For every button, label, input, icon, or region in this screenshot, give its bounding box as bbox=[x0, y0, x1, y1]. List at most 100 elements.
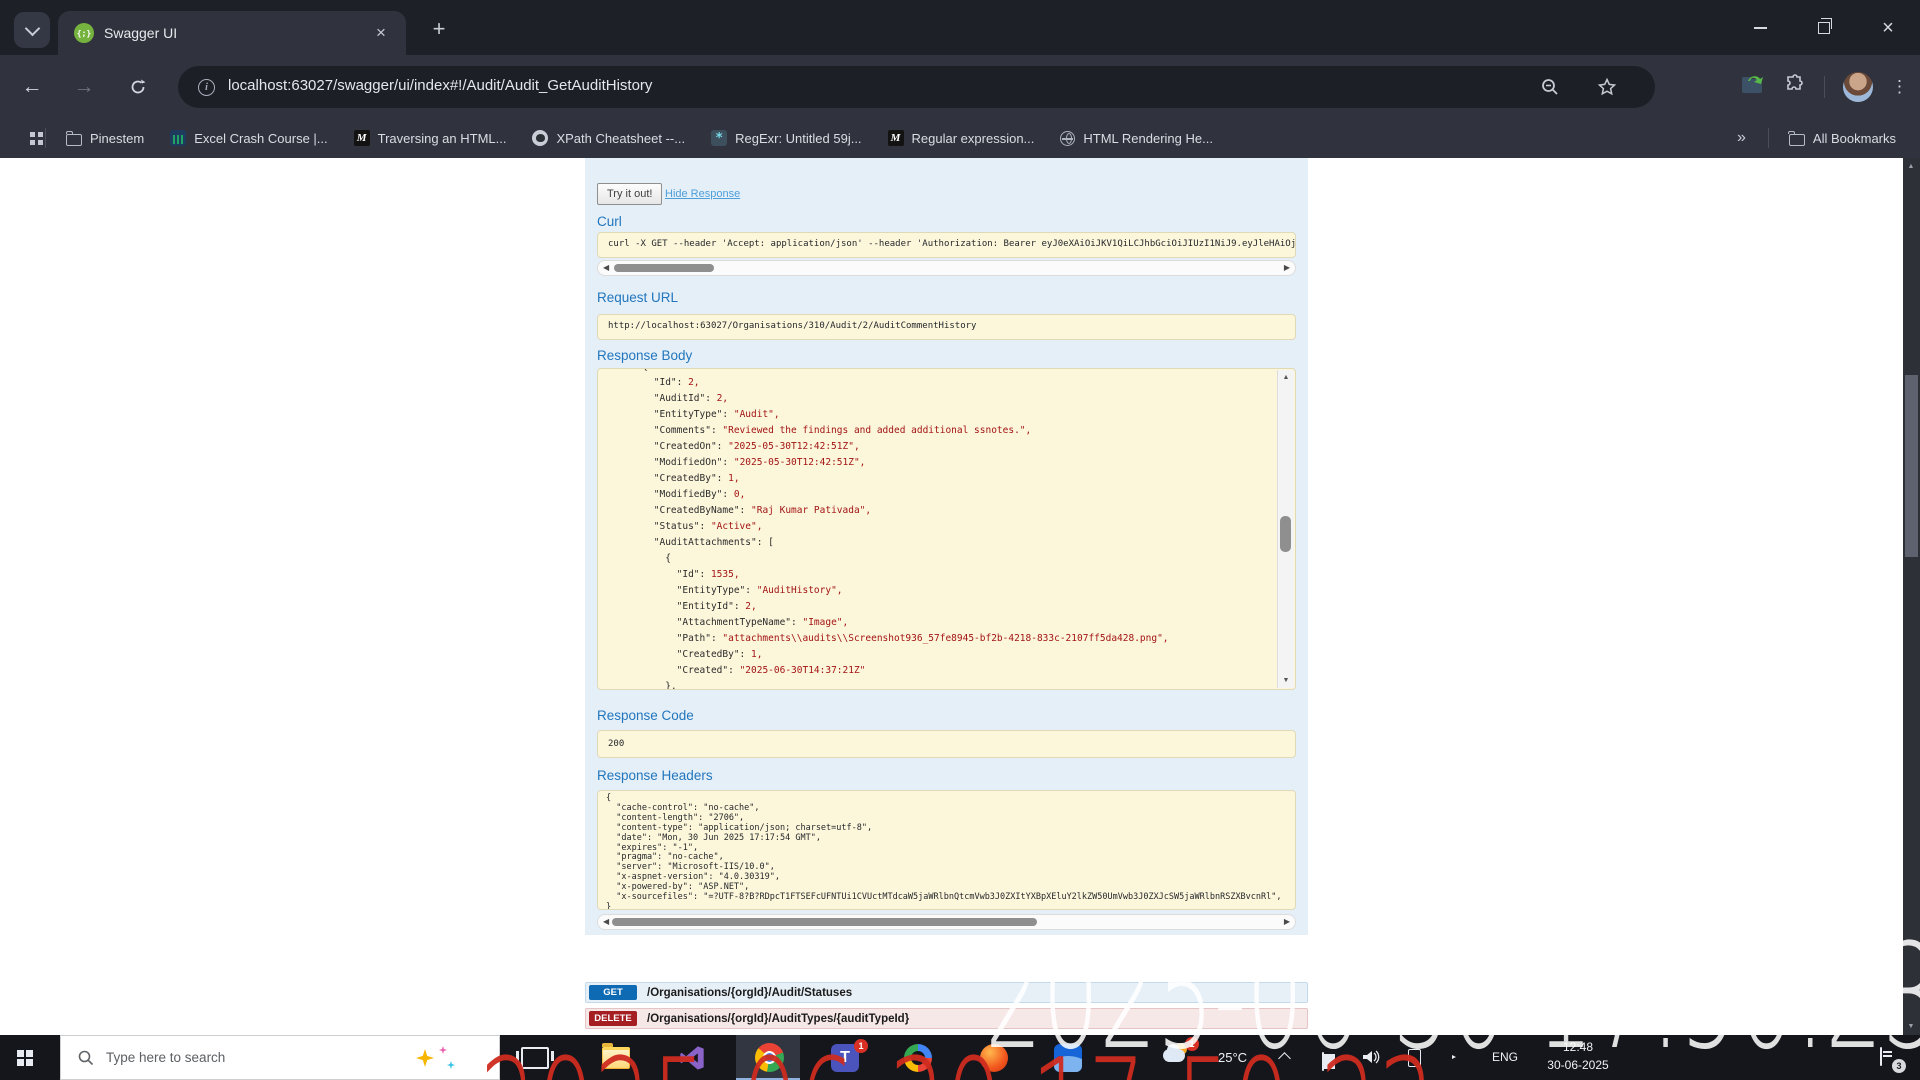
json-value: 2, bbox=[688, 377, 699, 388]
visual-studio-button[interactable] bbox=[663, 1035, 721, 1080]
bookmark-label: HTML Rendering He... bbox=[1083, 131, 1213, 146]
teams-button[interactable]: T 1 bbox=[816, 1035, 874, 1080]
all-bookmarks-button[interactable]: All Bookmarks bbox=[1789, 131, 1896, 146]
close-button[interactable]: × bbox=[1856, 0, 1920, 55]
weather-temperature[interactable]: 25°C bbox=[1218, 1050, 1247, 1065]
minimize-button[interactable] bbox=[1728, 0, 1792, 55]
json-key: "CreatedOn": bbox=[608, 441, 728, 452]
maximize-button[interactable] bbox=[1792, 0, 1856, 55]
page-vertical-scrollbar[interactable]: ▲ ▼ bbox=[1903, 158, 1920, 1035]
scrollbar-thumb[interactable] bbox=[612, 918, 1037, 926]
browser-tab[interactable]: {;} Swagger UI × bbox=[58, 11, 406, 55]
json-key: "CreatedBy": bbox=[608, 649, 751, 660]
response-headers-heading: Response Headers bbox=[597, 768, 713, 783]
bookmark-star-icon[interactable] bbox=[1597, 77, 1617, 97]
bookmark-item[interactable]: XPath Cheatsheet --... bbox=[532, 130, 685, 146]
json-key: }, bbox=[608, 681, 677, 690]
json-key: "Comments": bbox=[608, 425, 722, 436]
json-value: "Audit", bbox=[734, 409, 780, 420]
scroll-up-icon[interactable]: ▲ bbox=[1903, 163, 1919, 170]
reload-button[interactable] bbox=[124, 73, 152, 101]
sparkle-icon bbox=[439, 1046, 447, 1054]
bookmark-favicon-icon bbox=[1060, 131, 1075, 146]
orange-app-button[interactable] bbox=[965, 1035, 1023, 1080]
new-tab-button[interactable]: + bbox=[424, 14, 454, 44]
response-body-json: { "Id": 2, "AuditId": 2, "EntityType": "… bbox=[608, 368, 1269, 690]
hide-response-link[interactable]: Hide Response bbox=[665, 188, 740, 200]
response-body-scrollbar[interactable]: ▲ ▼ bbox=[1277, 370, 1294, 688]
bookmark-item[interactable]: M Regular expression... bbox=[888, 130, 1035, 146]
speaker-icon[interactable] bbox=[1362, 1049, 1380, 1070]
bookmark-label: Traversing an HTML... bbox=[378, 131, 507, 146]
bookmark-item[interactable]: * RegExr: Untitled 59j... bbox=[711, 130, 861, 146]
bookmarks-right: » All Bookmarks bbox=[1737, 128, 1896, 148]
reload-icon bbox=[129, 78, 147, 96]
bookmarks-overflow-icon[interactable]: » bbox=[1737, 129, 1746, 147]
bookmark-item[interactable]: Excel Crash Course |... bbox=[170, 130, 327, 146]
notification-center-icon[interactable] bbox=[1880, 1047, 1882, 1066]
header-line: "date": "Mon, 30 Jun 2025 17:17:54 GMT", bbox=[606, 834, 1287, 844]
tray-expand-icon[interactable] bbox=[1278, 1052, 1291, 1065]
language-indicator[interactable]: ENG bbox=[1492, 1050, 1518, 1064]
scroll-right-icon[interactable]: ▶ bbox=[1284, 263, 1290, 272]
operation-row[interactable]: DELETE /Organisations/{orgId}/AuditTypes… bbox=[585, 1008, 1308, 1029]
bookmark-label: Excel Crash Course |... bbox=[194, 131, 327, 146]
response-code-box: 200 bbox=[597, 730, 1296, 758]
extensions-puzzle-icon[interactable] bbox=[1784, 74, 1806, 101]
clock-time[interactable]: 12:48 bbox=[1543, 1040, 1613, 1054]
task-view-button[interactable] bbox=[506, 1035, 564, 1080]
headers-horizontal-scrollbar[interactable]: ◀ ▶ bbox=[597, 914, 1296, 930]
browser-menu-icon[interactable]: ⋮ bbox=[1891, 77, 1908, 97]
taskbar-search[interactable]: Type here to search bbox=[60, 1035, 500, 1080]
search-icon bbox=[78, 1050, 94, 1066]
phone-icon[interactable] bbox=[1408, 1049, 1421, 1067]
scroll-left-icon[interactable]: ◀ bbox=[603, 917, 609, 926]
json-line: "CreatedOn": "2025-05-30T12:42:51Z", bbox=[608, 439, 1269, 455]
extension-folder-icon[interactable] bbox=[1740, 73, 1766, 102]
scrollbar-thumb[interactable] bbox=[1905, 375, 1918, 557]
operation-path[interactable]: /Organisations/{orgId}/Audit/Statuses bbox=[647, 987, 852, 999]
json-key: "ModifiedBy": bbox=[608, 489, 734, 500]
bookmark-favicon-icon: * bbox=[711, 130, 727, 146]
bookmark-item[interactable]: Pinestem bbox=[66, 131, 144, 146]
tab-close-icon[interactable]: × bbox=[370, 22, 392, 44]
apps-grid-icon[interactable] bbox=[30, 132, 35, 137]
bookmark-item[interactable]: HTML Rendering He... bbox=[1060, 131, 1213, 146]
scroll-down-icon[interactable]: ▼ bbox=[1278, 677, 1294, 684]
method-badge: GET bbox=[589, 985, 637, 1000]
scrollbar-thumb[interactable] bbox=[1280, 516, 1291, 552]
file-explorer-button[interactable] bbox=[587, 1035, 645, 1080]
json-key: { bbox=[608, 368, 648, 372]
curl-horizontal-scrollbar[interactable]: ◀ ▶ bbox=[597, 260, 1296, 276]
site-info-icon[interactable]: i bbox=[198, 79, 215, 96]
blue-app-button[interactable] bbox=[1039, 1035, 1097, 1080]
operation-path[interactable]: /Organisations/{orgId}/AuditTypes/{audit… bbox=[647, 1013, 909, 1025]
teams-badge: 1 bbox=[854, 1039, 868, 1053]
address-bar[interactable]: i localhost:63027/swagger/ui/index#!/Aud… bbox=[178, 66, 1655, 108]
battery-icon[interactable] bbox=[1322, 1052, 1324, 1071]
json-line: "Created": "2025-06-30T14:37:21Z" bbox=[608, 663, 1269, 679]
zoom-icon[interactable] bbox=[1540, 77, 1560, 97]
profile-avatar[interactable] bbox=[1843, 72, 1873, 102]
google-app-button[interactable] bbox=[889, 1035, 947, 1080]
scrollbar-thumb[interactable] bbox=[614, 264, 714, 272]
scroll-up-icon[interactable]: ▲ bbox=[1278, 374, 1294, 381]
back-button[interactable]: ← bbox=[18, 73, 46, 101]
scroll-down-icon[interactable]: ▼ bbox=[1903, 1023, 1919, 1030]
try-it-out-button[interactable]: Try it out! bbox=[597, 183, 662, 205]
bookmark-item[interactable]: M Traversing an HTML... bbox=[354, 130, 507, 146]
scroll-left-icon[interactable]: ◀ bbox=[603, 263, 609, 272]
start-button[interactable] bbox=[0, 1035, 58, 1080]
clock-date[interactable]: 30-06-2025 bbox=[1538, 1058, 1618, 1072]
json-line: { bbox=[608, 551, 1269, 567]
scroll-right-icon[interactable]: ▶ bbox=[1284, 917, 1290, 926]
bookmark-favicon-icon bbox=[170, 130, 186, 146]
json-key: "AuditId": bbox=[608, 393, 717, 404]
json-key: { bbox=[608, 553, 671, 564]
operation-row[interactable]: GET /Organisations/{orgId}/Audit/Statuse… bbox=[585, 982, 1308, 1003]
json-key: "ModifiedOn": bbox=[608, 457, 734, 468]
forward-button[interactable]: → bbox=[70, 73, 98, 101]
url-text[interactable]: localhost:63027/swagger/ui/index#!/Audit… bbox=[228, 77, 652, 94]
chrome-button[interactable] bbox=[740, 1035, 798, 1080]
tab-search-button[interactable] bbox=[14, 12, 50, 48]
